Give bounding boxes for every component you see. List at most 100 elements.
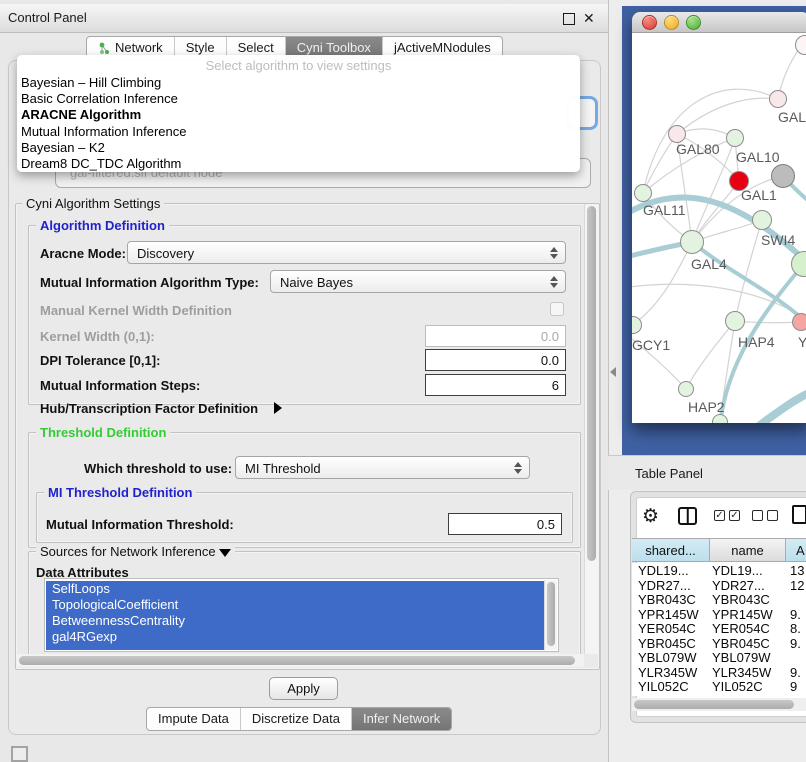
algorithm-option-bayesian-k2[interactable]: Bayesian – K2 <box>17 140 580 156</box>
stepper-arrows-icon <box>550 275 558 289</box>
columns-icon[interactable] <box>678 507 697 525</box>
table-cell[interactable]: 12 <box>790 579 804 594</box>
minimize-window-icon[interactable] <box>664 15 679 30</box>
table-cell[interactable]: YBR043C <box>712 593 770 608</box>
network-node-gal4[interactable] <box>680 230 704 254</box>
table-cell[interactable]: YBR045C <box>712 637 770 652</box>
algorithm-option-mutual-information[interactable]: Mutual Information Inference <box>17 124 580 140</box>
control-panel-titlebar <box>0 4 608 33</box>
table-cell[interactable]: YPR145W <box>712 608 773 623</box>
list-item[interactable]: TopologicalCoefficient <box>46 597 545 613</box>
algorithm-option-basic-correlation[interactable]: Basic Correlation Inference <box>17 91 580 107</box>
network-node-gal11[interactable] <box>634 184 652 202</box>
data-attributes-list[interactable]: SelfLoops TopologicalCoefficient Between… <box>44 578 559 652</box>
column-header-partial[interactable]: A <box>786 538 806 562</box>
select-all-checkboxes-icon[interactable]: ✓✓ <box>714 510 740 521</box>
gear-icon[interactable]: ⚙ <box>642 505 659 528</box>
network-canvas[interactable]: GAL GAL80 GAL10 GAL1 GAL11 SWI4 GAL4 GCY… <box>632 33 806 423</box>
which-threshold-value: MI Threshold <box>245 461 321 476</box>
mi-type-select[interactable]: Naive Bayes <box>270 270 566 293</box>
mi-type-label: Mutual Information Algorithm Type: <box>40 275 259 290</box>
float-panel-icon[interactable] <box>563 13 575 25</box>
manual-kernel-checkbox[interactable] <box>550 302 564 316</box>
settings-vertical-scrollbar[interactable] <box>584 204 598 654</box>
table-cell[interactable]: YER054C <box>712 622 770 637</box>
list-item[interactable]: SelfLoops <box>46 581 545 597</box>
table-cell[interactable]: YDR27... <box>712 579 765 594</box>
network-node-hap4[interactable] <box>725 311 745 331</box>
network-window[interactable]: GAL GAL80 GAL10 GAL1 GAL11 SWI4 GAL4 GCY… <box>632 12 806 423</box>
close-window-icon[interactable] <box>642 15 657 30</box>
zoom-window-icon[interactable] <box>686 15 701 30</box>
mi-threshold-title: MI Threshold Definition <box>44 485 196 500</box>
network-window-titlebar[interactable] <box>632 12 806 33</box>
deselect-all-checkboxes-icon[interactable] <box>752 510 778 521</box>
export-table-icon[interactable] <box>792 505 806 524</box>
collapse-arrow-icon[interactable] <box>219 549 231 557</box>
table-cell[interactable]: YDL19... <box>638 564 689 579</box>
list-item[interactable]: BetweennessCentrality <box>46 613 545 629</box>
tab-infer-network[interactable]: Infer Network <box>351 708 451 730</box>
network-node-hap2[interactable] <box>678 381 694 397</box>
table-cell[interactable]: YLR345W <box>712 666 771 681</box>
kernel-width-field[interactable]: 0.0 <box>425 325 566 347</box>
tab-discretize-data[interactable]: Discretize Data <box>240 708 351 730</box>
table-horizontal-scrollbar[interactable] <box>632 698 806 711</box>
algorithm-option-dream8[interactable]: Dream8 DC_TDC Algorithm <box>17 156 580 172</box>
which-threshold-select[interactable]: MI Threshold <box>235 456 530 479</box>
list-item[interactable]: gal4RGexp <box>46 629 545 645</box>
table-cell[interactable]: 13 <box>790 564 804 579</box>
table-cell[interactable]: 8. <box>790 622 801 637</box>
algorithm-option-bayesian-hill[interactable]: Bayesian – Hill Climbing <box>17 75 580 91</box>
table-cell[interactable]: YPR145W <box>638 608 699 623</box>
threshold-definition-title: Threshold Definition <box>36 425 170 440</box>
table-cell[interactable]: YLR345W <box>638 666 697 681</box>
list-scrollbar[interactable] <box>544 580 557 650</box>
table-cell[interactable]: YBL079W <box>712 651 771 666</box>
screen: { "colors":{ "selection_blue":"#3E6BC7",… <box>0 0 806 762</box>
table-cell[interactable]: YER054C <box>638 622 696 637</box>
node-label: SWI4 <box>761 232 795 248</box>
network-node-gal[interactable] <box>769 90 787 108</box>
split-divider-arrow-icon[interactable] <box>610 367 616 377</box>
which-threshold-label: Which threshold to use: <box>84 461 232 476</box>
network-node-salmon[interactable] <box>792 313 806 331</box>
selected-attributes: SelfLoops TopologicalCoefficient Between… <box>46 581 545 650</box>
table-cell[interactable]: YIL052C <box>712 680 763 695</box>
table-cell[interactable]: YDR27... <box>638 579 691 594</box>
settings-horizontal-scrollbar[interactable] <box>16 654 584 667</box>
aracne-mode-value: Discovery <box>137 246 194 261</box>
table-cell[interactable]: YBR045C <box>638 637 696 652</box>
node-label: GAL10 <box>736 149 780 165</box>
node-label: GCY1 <box>632 337 670 353</box>
close-panel-icon[interactable]: ✕ <box>583 10 595 27</box>
column-header-shared-name[interactable]: shared... <box>632 538 710 562</box>
table-cell[interactable]: YBR043C <box>638 593 696 608</box>
expand-arrow-icon[interactable] <box>274 402 282 414</box>
aracne-mode-select[interactable]: Discovery <box>127 241 566 264</box>
network-node-gray[interactable] <box>771 164 795 188</box>
table-cell[interactable]: 9. <box>790 637 801 652</box>
network-node-swi4[interactable] <box>752 210 772 230</box>
node-label: GAL1 <box>741 187 777 203</box>
minimized-panel-icon[interactable] <box>11 746 28 762</box>
table-cell[interactable]: YBL079W <box>638 651 697 666</box>
algorithm-option-aracne[interactable]: ARACNE Algorithm <box>17 107 580 123</box>
network-node[interactable] <box>712 414 728 423</box>
mi-steps-field[interactable]: 6 <box>425 374 566 396</box>
tab-impute-data[interactable]: Impute Data <box>147 708 240 730</box>
network-node-gal10[interactable] <box>726 129 744 147</box>
table-cell[interactable]: 9 <box>790 680 797 695</box>
table-cell[interactable]: YIL052C <box>638 680 689 695</box>
mi-threshold-field[interactable]: 0.5 <box>448 513 562 535</box>
table-cell[interactable]: 9. <box>790 608 801 623</box>
table-cell[interactable]: YDL19... <box>712 564 763 579</box>
dpi-tolerance-field[interactable]: 0.0 <box>425 349 566 371</box>
table-cell[interactable]: 9. <box>790 666 801 681</box>
column-header-name[interactable]: name <box>710 538 786 562</box>
apply-button[interactable]: Apply <box>269 677 338 700</box>
table-rows: YDL19... YDL19... 13 YDR27... YDR27... 1… <box>632 563 806 696</box>
kernel-width-label: Kernel Width (0,1): <box>40 329 155 344</box>
mi-threshold-label: Mutual Information Threshold: <box>46 517 234 532</box>
algorithm-dropdown-popup: Select algorithm to view settings Bayesi… <box>17 55 580 172</box>
